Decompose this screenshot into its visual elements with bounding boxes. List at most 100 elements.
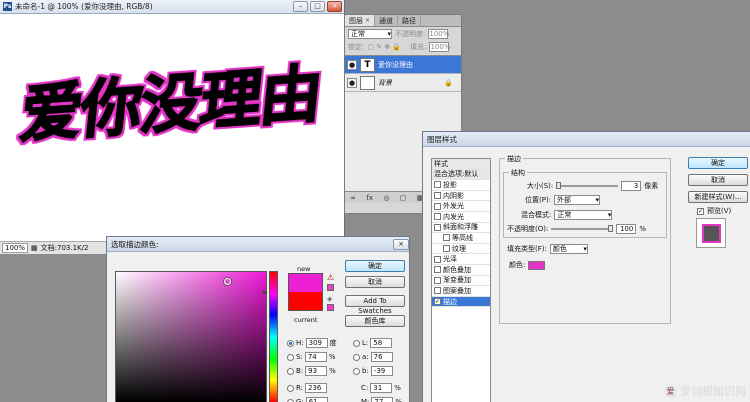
add-to-swatches-button[interactable]: Add To Swatches bbox=[345, 295, 405, 315]
layer-item-background[interactable]: ● 背景 🔒 bbox=[345, 74, 461, 92]
fill-type-select[interactable]: 颜色 ▾ bbox=[549, 244, 588, 254]
tab-paths[interactable]: 路径 bbox=[398, 15, 422, 26]
style-checkbox[interactable] bbox=[434, 255, 441, 263]
g-radio[interactable] bbox=[287, 398, 294, 402]
hue-slider-arrow-icon[interactable]: ▶ bbox=[263, 289, 268, 296]
style-item[interactable]: ✓ 描边 bbox=[432, 296, 490, 308]
lock-icons[interactable]: ▢ ✎ ✥ 🔒 bbox=[367, 43, 401, 51]
opacity-slider[interactable] bbox=[551, 225, 614, 232]
adjustment-icon[interactable]: ▢ bbox=[400, 194, 407, 202]
style-item[interactable]: 颜色叠加 bbox=[432, 265, 490, 276]
style-item[interactable]: 投影 bbox=[432, 180, 490, 191]
saturation-brightness-field[interactable] bbox=[115, 271, 267, 402]
style-item-label: 外发光 bbox=[443, 202, 464, 211]
eye-icon[interactable]: ● bbox=[347, 59, 357, 70]
blend-mode-select[interactable]: 正常 ▾ bbox=[554, 210, 613, 220]
style-checkbox[interactable] bbox=[434, 213, 441, 221]
ok-button[interactable]: 确定 bbox=[688, 157, 748, 169]
style-checkbox[interactable] bbox=[434, 287, 441, 295]
style-checkbox[interactable] bbox=[443, 245, 450, 253]
h-field[interactable]: 309 bbox=[305, 338, 328, 348]
color-cursor[interactable] bbox=[224, 278, 231, 285]
style-checkbox[interactable]: ✓ bbox=[434, 298, 441, 306]
cancel-button[interactable]: 取消 bbox=[688, 174, 748, 186]
b-field[interactable]: 93 bbox=[305, 366, 328, 376]
style-item[interactable]: 内发光 bbox=[432, 212, 490, 223]
web-color-swatch[interactable] bbox=[327, 304, 334, 311]
opacity-field[interactable]: 100% bbox=[428, 28, 449, 39]
tab-channels[interactable]: 通道 bbox=[375, 15, 399, 26]
new-style-button[interactable]: 新建样式(W)... bbox=[688, 191, 748, 203]
blend-mode-select[interactable]: 正常 ▾ bbox=[348, 28, 392, 39]
current-color-swatch[interactable] bbox=[288, 292, 323, 311]
close-icon[interactable]: × bbox=[393, 239, 409, 250]
r-radio[interactable] bbox=[287, 384, 294, 392]
size-field[interactable]: 3 bbox=[621, 181, 642, 191]
style-item[interactable]: 外发光 bbox=[432, 201, 490, 212]
style-checkbox[interactable] bbox=[434, 192, 441, 200]
close-button[interactable]: × bbox=[327, 1, 342, 12]
close-icon[interactable]: × bbox=[365, 15, 370, 27]
document-title: 未命名-1 @ 100% (爱你没理由, RGB/8) bbox=[15, 2, 153, 11]
zoom-field[interactable]: 100% bbox=[2, 243, 29, 253]
gamut-color-swatch[interactable] bbox=[327, 284, 334, 291]
mask-icon[interactable]: ◎ bbox=[383, 194, 389, 202]
canvas[interactable]: 爱你没理由 bbox=[0, 14, 344, 241]
ok-button[interactable]: 确定 bbox=[345, 260, 405, 272]
hue-slider[interactable] bbox=[269, 271, 278, 402]
blending-options-item[interactable]: 混合选项:默认 bbox=[432, 169, 490, 181]
style-item[interactable]: 斜面和浮雕 bbox=[432, 223, 490, 234]
lab-b-field[interactable]: -39 bbox=[370, 366, 393, 376]
c-field[interactable]: 31 bbox=[370, 383, 393, 393]
s-field[interactable]: 74 bbox=[304, 352, 327, 362]
fill-field[interactable]: 100% bbox=[429, 41, 450, 52]
style-item[interactable]: 内阴影 bbox=[432, 191, 490, 202]
position-select[interactable]: 外部 ▾ bbox=[554, 195, 601, 205]
m-field[interactable]: 77 bbox=[371, 397, 394, 402]
cancel-button[interactable]: 取消 bbox=[345, 276, 405, 288]
style-item[interactable]: 纹理 bbox=[432, 244, 490, 255]
layer-item-text[interactable]: ● T 爱你没理由 bbox=[345, 56, 461, 74]
h-radio[interactable] bbox=[287, 339, 294, 347]
style-item[interactable]: 等高线 bbox=[432, 233, 490, 244]
style-checkbox[interactable] bbox=[443, 234, 450, 242]
g-row: G: 61 bbox=[287, 397, 328, 402]
style-checkbox[interactable] bbox=[434, 181, 441, 189]
gamut-warning-icon[interactable]: ⚠ bbox=[327, 273, 334, 282]
l-radio[interactable] bbox=[353, 339, 360, 347]
eye-icon[interactable]: ● bbox=[347, 77, 357, 88]
lab-b-radio[interactable] bbox=[353, 367, 360, 375]
a-radio[interactable] bbox=[353, 353, 360, 361]
minimize-button[interactable]: – bbox=[293, 1, 308, 12]
style-item[interactable]: 渐变叠加 bbox=[432, 276, 490, 287]
style-checkbox[interactable] bbox=[434, 276, 441, 284]
l-field[interactable]: 58 bbox=[370, 338, 393, 348]
style-item[interactable]: 图案叠加 bbox=[432, 286, 490, 297]
stroke-color-swatch[interactable] bbox=[528, 260, 546, 270]
style-checkbox[interactable] bbox=[434, 223, 441, 231]
link-icon[interactable]: ∞ bbox=[350, 194, 356, 202]
tab-layers[interactable]: 图层 × bbox=[345, 15, 376, 27]
document-window[interactable]: Ps 未命名-1 @ 100% (爱你没理由, RGB/8) – □ × 爱你没… bbox=[0, 0, 345, 254]
color-libraries-button[interactable]: 颜色库 bbox=[345, 315, 405, 327]
opacity-field[interactable]: 100 bbox=[616, 224, 637, 234]
size-slider[interactable] bbox=[556, 182, 619, 189]
styles-header[interactable]: 样式 bbox=[432, 159, 490, 170]
fx-icon[interactable]: fx bbox=[366, 194, 373, 202]
style-checkbox[interactable] bbox=[434, 266, 441, 274]
preview-checkbox[interactable]: ✓ bbox=[697, 207, 704, 215]
slider-knob[interactable] bbox=[556, 182, 562, 189]
s-radio[interactable] bbox=[287, 353, 294, 361]
maximize-button[interactable]: □ bbox=[310, 1, 325, 12]
slider-knob[interactable] bbox=[608, 225, 614, 232]
style-checkbox[interactable] bbox=[434, 202, 441, 210]
layer-style-dialog[interactable]: 图层样式 样式 混合选项:默认 投影 内阴影 外发光 内发光 斜面和浮雕 等高线 纹理 光泽颜… bbox=[422, 131, 750, 402]
document-title-bar[interactable]: Ps 未命名-1 @ 100% (爱你没理由, RGB/8) – □ × bbox=[0, 0, 344, 14]
b-radio[interactable] bbox=[287, 367, 294, 375]
g-field[interactable]: 61 bbox=[305, 397, 328, 402]
a-field[interactable]: 76 bbox=[370, 352, 393, 362]
style-item[interactable]: 光泽 bbox=[432, 254, 490, 265]
color-picker-dialog[interactable]: 选取描边颜色: × ▶ new current ⚠ ◈ 确定 取消 Add To… bbox=[106, 236, 410, 402]
r-field[interactable]: 236 bbox=[305, 383, 328, 393]
web-safe-icon[interactable]: ◈ bbox=[327, 295, 332, 303]
